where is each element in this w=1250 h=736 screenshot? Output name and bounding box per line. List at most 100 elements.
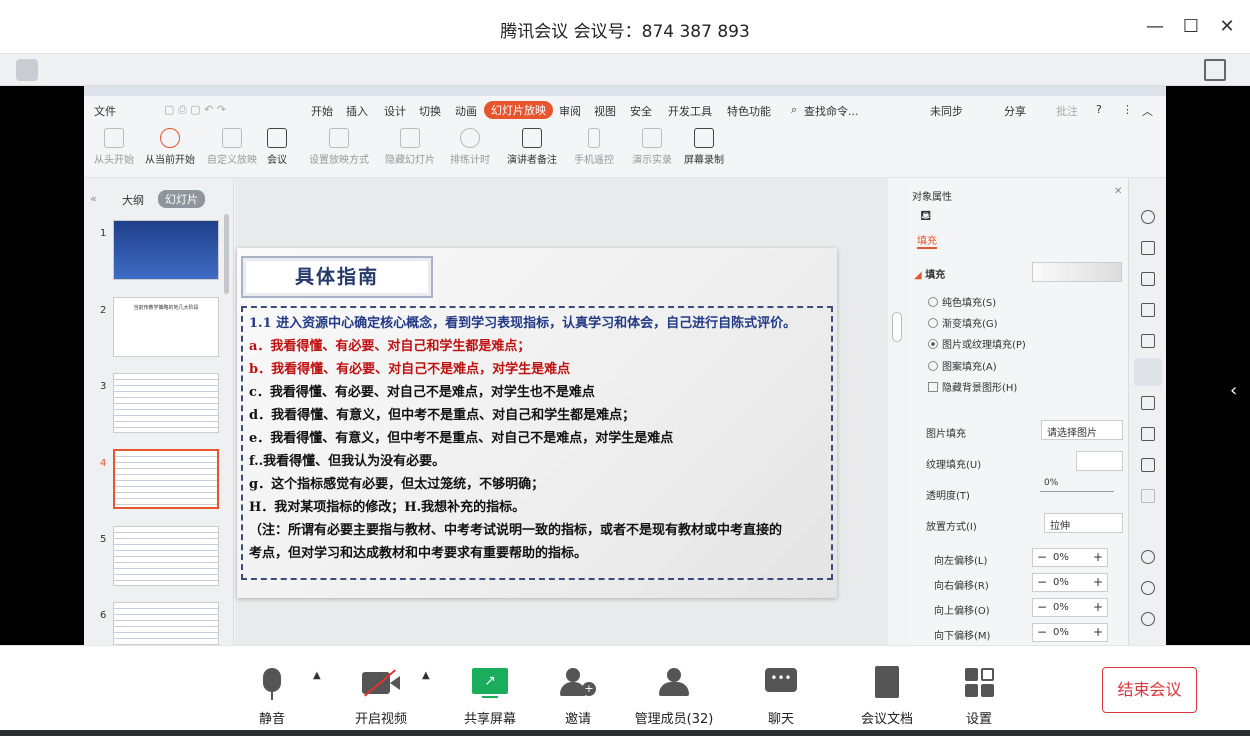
help-icon[interactable]: ?	[1096, 103, 1102, 116]
tab-outline[interactable]: 大纲	[122, 192, 144, 208]
texture-select[interactable]	[1076, 451, 1123, 471]
tab-slides[interactable]: 幻灯片	[158, 190, 205, 208]
ribbon-custom-show[interactable]: 自定义放映	[204, 128, 260, 166]
close-panel-icon[interactable]: ✕	[1114, 186, 1122, 197]
picture-icon[interactable]	[1141, 396, 1155, 410]
slide-thumbnail-selected[interactable]	[113, 449, 219, 509]
option-solid-fill[interactable]: 纯色填充(S)	[928, 294, 996, 309]
offset-up-stepper[interactable]: −0% +	[1032, 598, 1108, 617]
menu-developer[interactable]: 开发工具	[668, 103, 712, 119]
slide-thumbnail[interactable]: 当前传教学策略的地几大阶段	[113, 297, 219, 357]
location-icon[interactable]	[1141, 210, 1155, 224]
menu-review[interactable]: 审阅	[559, 103, 581, 119]
ribbon-from-current[interactable]: 从当前开始	[142, 128, 198, 166]
plus-icon[interactable]: +	[1091, 600, 1105, 614]
search-icon[interactable]: ⌕	[791, 103, 797, 117]
end-meeting-button[interactable]: 结束会议	[1102, 667, 1197, 713]
slide-thumbnail[interactable]	[113, 526, 219, 586]
shape-icon[interactable]	[1141, 241, 1155, 255]
fill-section[interactable]: ◢ 填充	[914, 266, 945, 281]
close-button[interactable]: ✕	[1216, 16, 1238, 38]
comment-button[interactable]: 批注	[1056, 103, 1078, 119]
menu-security[interactable]: 安全	[630, 103, 652, 119]
shield-icon[interactable]	[16, 59, 38, 81]
ribbon-meeting[interactable]: 会议	[264, 128, 290, 166]
more-icon[interactable]: ⋮	[1122, 103, 1133, 116]
menu-transition[interactable]: 切换	[419, 103, 441, 119]
minimize-button[interactable]: —	[1144, 16, 1166, 38]
mute-button[interactable]: 静音	[227, 664, 317, 727]
menu-home[interactable]: 开始	[311, 103, 333, 119]
placement-select[interactable]: 拉伸	[1044, 513, 1123, 533]
sync-status[interactable]: 未同步	[930, 103, 963, 119]
canvas-scrollbar[interactable]	[888, 178, 906, 645]
menu-view[interactable]: 视图	[594, 103, 616, 119]
menu-search[interactable]: 查找命令...	[804, 103, 859, 119]
ribbon-hide-slide[interactable]: 隐藏幻灯片	[382, 128, 438, 166]
pane-scrollbar[interactable]	[224, 214, 229, 294]
chevron-left-icon[interactable]: ‹	[1230, 380, 1242, 404]
minus-icon[interactable]: −	[1035, 575, 1049, 589]
tab-fill[interactable]: 填充	[917, 232, 937, 249]
minus-icon[interactable]: −	[1035, 550, 1049, 564]
start-video-button[interactable]: 开启视频	[336, 664, 426, 727]
table-icon[interactable]	[1141, 272, 1155, 286]
export-icon[interactable]	[1141, 427, 1155, 441]
chart-icon[interactable]	[1141, 334, 1155, 348]
slide-thumbnail[interactable]	[113, 602, 219, 645]
ribbon-rehearse[interactable]: 排练计时	[444, 128, 496, 166]
menu-animation[interactable]: 动画	[455, 103, 477, 119]
manage-members-button[interactable]: 管理成员(32)	[629, 664, 719, 727]
maximize-button[interactable]: ☐	[1180, 16, 1202, 38]
scroll-thumb[interactable]	[892, 312, 902, 342]
document-tabs[interactable]	[84, 86, 1166, 96]
ribbon-phone-remote[interactable]: 手机遥控	[572, 128, 616, 166]
help-circle-icon[interactable]	[1141, 612, 1155, 626]
collapse-pane-icon[interactable]: «	[90, 192, 97, 205]
meeting-docs-button[interactable]: 会议文档	[842, 664, 932, 727]
ribbon-from-start[interactable]: 从头开始	[92, 128, 136, 166]
menu-file[interactable]: 文件	[94, 103, 116, 119]
ribbon-setup-show[interactable]: 设置放映方式	[304, 128, 374, 166]
current-slide[interactable]: 具体指南 1.1 进入资源中心确定核心概念，看到学习表现指标，认真学习和体会，自…	[237, 248, 837, 598]
picture-fill-select[interactable]: 请选择图片	[1041, 420, 1123, 440]
grid-icon[interactable]	[1141, 303, 1155, 317]
history-icon[interactable]	[1141, 581, 1155, 595]
menu-insert[interactable]: 插入	[346, 103, 368, 119]
video-options-caret-icon[interactable]: ▲	[422, 670, 430, 681]
plus-icon[interactable]: +	[1091, 625, 1105, 639]
box-icon[interactable]	[1141, 458, 1155, 472]
transparency-slider[interactable]: 0%	[1034, 478, 1122, 498]
menu-design[interactable]: 设计	[384, 103, 406, 119]
collapse-ribbon-icon[interactable]: ︿	[1142, 103, 1153, 119]
ribbon-screen-record[interactable]: 屏幕录制	[682, 128, 726, 166]
fullscreen-icon[interactable]	[1204, 59, 1226, 81]
offset-right-stepper[interactable]: −0% +	[1032, 573, 1108, 592]
properties-icon[interactable]	[1134, 358, 1162, 386]
minus-icon[interactable]: −	[1035, 600, 1049, 614]
audio-options-caret-icon[interactable]: ▲	[313, 670, 321, 681]
fill-color-select[interactable]	[1032, 262, 1122, 282]
plus-icon[interactable]: +	[1091, 575, 1105, 589]
menu-features[interactable]: 特色功能	[727, 103, 771, 119]
plus-icon[interactable]: +	[1091, 550, 1105, 564]
invite-button[interactable]: + 邀请	[533, 664, 623, 727]
fill-bucket-icon[interactable]: ⛾	[920, 208, 931, 226]
ribbon-presenter-notes[interactable]: 演讲者备注	[504, 128, 560, 166]
slide-thumbnail[interactable]	[113, 220, 219, 280]
hide-background-checkbox[interactable]: 隐藏背景图形(H)	[928, 379, 1017, 394]
option-pattern-fill[interactable]: 图案填充(A)	[928, 358, 997, 373]
quick-access-icons[interactable]: ▢ ⎙ ▢ ↶ ↷	[164, 103, 226, 117]
offset-left-stepper[interactable]: −0% +	[1032, 548, 1108, 567]
shield-check-icon[interactable]	[1141, 550, 1155, 564]
ribbon-recording[interactable]: 演示实录	[630, 128, 674, 166]
settings-button[interactable]: 设置	[934, 664, 1024, 727]
slide-thumbnail[interactable]	[113, 373, 219, 433]
offset-down-stepper[interactable]: −0% +	[1032, 623, 1108, 642]
share-screen-button[interactable]: ↗ 共享屏幕	[445, 664, 535, 727]
share-button[interactable]: 分享	[1004, 103, 1026, 119]
option-gradient-fill[interactable]: 渐变填充(G)	[928, 315, 998, 330]
menu-slideshow[interactable]: 幻灯片放映	[484, 101, 553, 119]
option-picture-fill[interactable]: 图片或纹理填充(P)	[928, 336, 1026, 351]
slide-text-box[interactable]: 1.1 进入资源中心确定核心概念，看到学习表现指标，认真学习和体会，自己进行自陈…	[241, 306, 833, 580]
